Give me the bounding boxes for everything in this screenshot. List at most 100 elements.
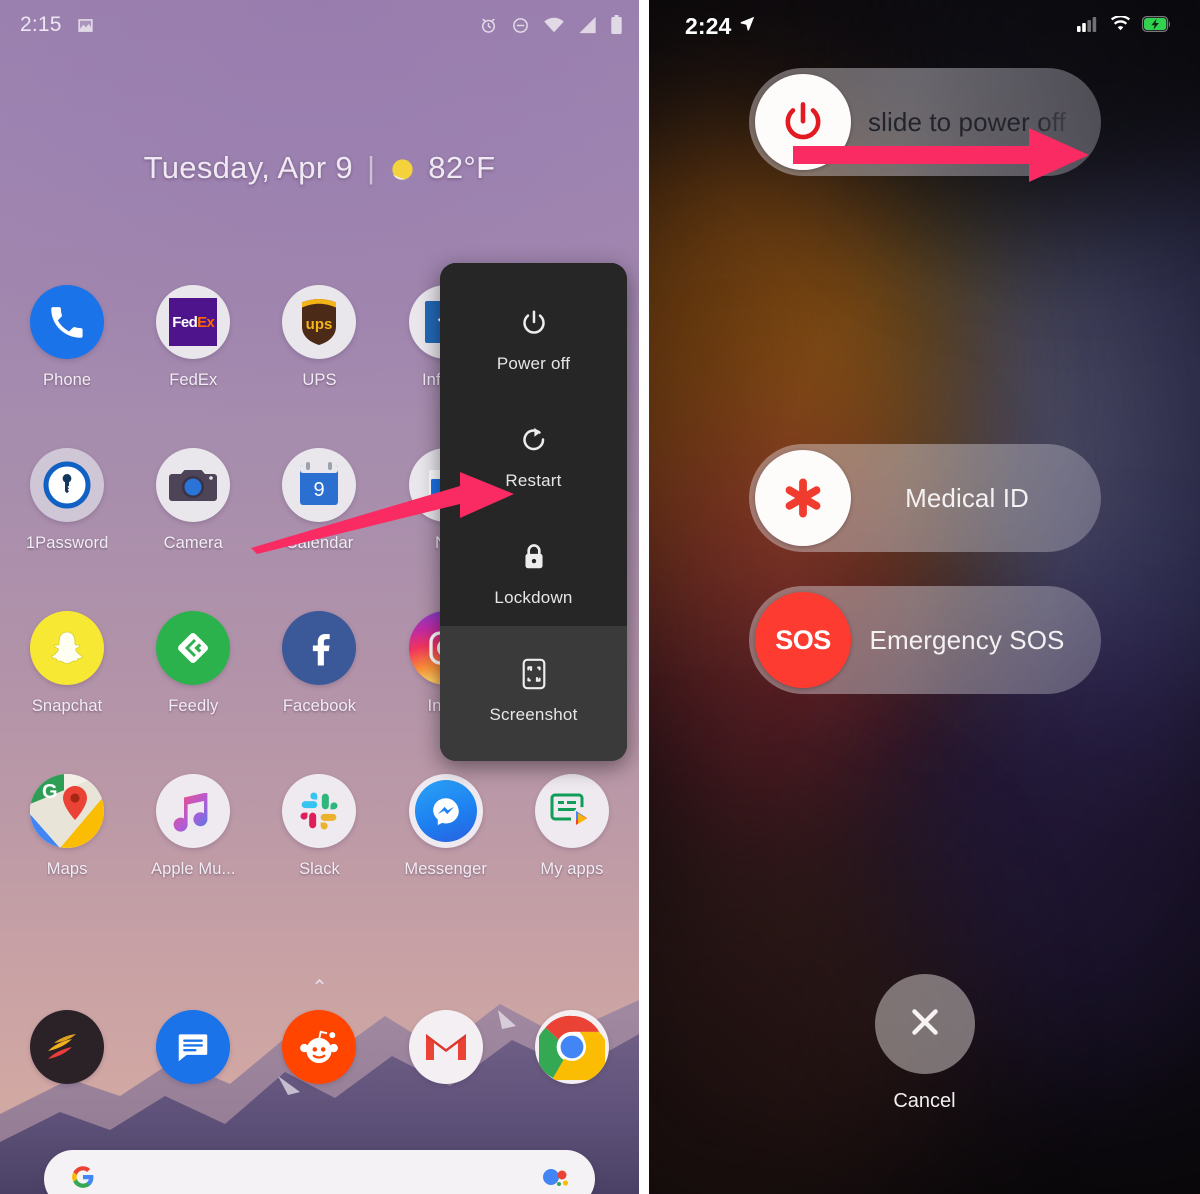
slide-to-power-off-slider[interactable]: slide to power off xyxy=(749,68,1101,176)
messenger-icon xyxy=(408,774,483,848)
power-menu-screenshot-section: Screenshot xyxy=(440,626,627,761)
power-icon xyxy=(518,307,549,338)
app-1password[interactable]: 1Password xyxy=(4,448,130,553)
cancel-control: Cancel xyxy=(649,974,1200,1113)
screenshot-icon xyxy=(518,658,549,689)
wifi-icon xyxy=(1110,14,1131,37)
date-weather-widget[interactable]: Tuesday, Apr 9 | 82°F xyxy=(0,150,639,186)
comparison-screenshot: 2:15 Tuesday, Apr 9 | 82°F Phone FedEx F… xyxy=(0,0,1200,1194)
apple-music-icon xyxy=(156,774,231,848)
app-calendar[interactable]: 9 Calendar xyxy=(256,448,382,553)
app-snapchat[interactable]: Snapchat xyxy=(4,611,130,716)
app-fedex[interactable]: FedEx FedEx xyxy=(130,285,256,390)
app-ups[interactable]: ups UPS xyxy=(256,285,382,390)
calendar-icon: 9 xyxy=(282,448,357,522)
reddit-icon xyxy=(282,1010,357,1084)
dock-item-chrome[interactable] xyxy=(509,1010,635,1084)
app-feedly[interactable]: Feedly xyxy=(130,611,256,716)
power-icon[interactable] xyxy=(755,74,851,170)
battery-icon xyxy=(610,15,623,35)
lock-icon xyxy=(518,541,549,572)
app-phone[interactable]: Phone xyxy=(4,285,130,390)
messages-icon xyxy=(156,1010,231,1084)
camera-icon xyxy=(156,448,231,522)
power-menu-label: Lockdown xyxy=(494,588,573,607)
app-label: Calendar xyxy=(285,534,354,552)
power-menu-label: Screenshot xyxy=(489,705,578,724)
cancel-button[interactable] xyxy=(874,974,975,1074)
battery-charging-icon xyxy=(1142,15,1172,37)
medical-id-label: Medical ID xyxy=(905,482,1029,513)
app-label: FedEx xyxy=(169,371,218,389)
android-status-bar: 2:15 xyxy=(0,0,639,50)
app-apple-music[interactable]: Apple Mu... xyxy=(130,774,256,879)
cell-signal-icon xyxy=(578,16,597,34)
app-my-apps[interactable]: My apps xyxy=(509,774,635,879)
wifi-icon xyxy=(543,16,565,34)
medical-id-icon[interactable] xyxy=(755,450,851,546)
location-arrow-icon xyxy=(739,15,756,37)
android-clock: 2:15 xyxy=(20,13,62,36)
restart-icon xyxy=(518,424,549,455)
google-search-bar[interactable] xyxy=(44,1150,595,1194)
svg-text:G: G xyxy=(42,781,58,803)
dock-item-gmail[interactable] xyxy=(383,1010,509,1084)
ios-clock: 2:24 xyxy=(685,12,732,39)
app-facebook[interactable]: Facebook xyxy=(256,611,382,716)
app-label: UPS xyxy=(302,371,337,389)
alarm-icon xyxy=(479,16,498,35)
app-label: Slack xyxy=(299,860,340,878)
ios-status-bar: 2:24 xyxy=(649,0,1200,52)
app-label: 1Password xyxy=(25,534,109,552)
medical-id-slider[interactable]: Medical ID xyxy=(749,444,1101,552)
google-assistant-icon[interactable] xyxy=(539,1164,569,1194)
facebook-icon xyxy=(282,611,357,685)
sun-icon xyxy=(389,155,416,182)
photo-icon xyxy=(76,16,95,35)
power-menu-item-power-off[interactable]: Power off xyxy=(440,307,627,374)
widget-temperature: 82°F xyxy=(428,150,496,185)
slack-icon xyxy=(282,774,357,848)
app-drawer-chevron-icon[interactable]: ⌃ xyxy=(0,975,639,1000)
power-menu-item-restart[interactable]: Restart xyxy=(440,424,627,491)
app-label: Facebook xyxy=(282,697,357,715)
ios-status-right xyxy=(1077,14,1172,37)
app-camera[interactable]: Camera xyxy=(130,448,256,553)
gmail-icon xyxy=(408,1010,483,1084)
app-messenger[interactable]: Messenger xyxy=(383,774,509,879)
android-dock xyxy=(0,1010,639,1084)
emergency-sos-slider[interactable]: SOS Emergency SOS xyxy=(749,586,1101,694)
svg-text:ups: ups xyxy=(306,316,333,333)
phone-icon xyxy=(30,285,105,359)
my-apps-icon xyxy=(534,774,609,848)
google-g-icon xyxy=(70,1164,96,1194)
app-label: Feedly xyxy=(168,697,219,715)
power-menu-label: Power off xyxy=(496,354,571,373)
app-maps[interactable]: G Maps xyxy=(4,774,130,879)
onepassword-icon xyxy=(30,448,105,522)
dock-item-messages[interactable] xyxy=(130,1010,256,1084)
dock-item-reddit[interactable] xyxy=(256,1010,382,1084)
android-status-right xyxy=(479,15,623,35)
app-slack[interactable]: Slack xyxy=(256,774,382,879)
panel-divider xyxy=(639,0,649,1194)
app-label: Snapchat xyxy=(31,697,103,715)
sos-icon[interactable]: SOS xyxy=(755,592,851,688)
app-label: Camera xyxy=(163,534,223,552)
power-menu-item-screenshot[interactable]: Screenshot xyxy=(440,658,627,725)
dock-item-authy[interactable] xyxy=(4,1010,130,1084)
power-menu-main-section: Power off Restart Lockdown xyxy=(440,263,627,626)
close-icon xyxy=(902,999,948,1050)
android-phone-screen: 2:15 Tuesday, Apr 9 | 82°F Phone FedEx F… xyxy=(0,0,639,1194)
ios-phone-screen: 2:24 slide to power off Medical ID SOS E… xyxy=(649,0,1200,1194)
android-status-left: 2:15 xyxy=(20,13,95,37)
emergency-sos-label: Emergency SOS xyxy=(869,624,1065,655)
power-menu-item-lockdown[interactable]: Lockdown xyxy=(440,541,627,608)
svg-text:9: 9 xyxy=(314,479,325,501)
snapchat-icon xyxy=(30,611,105,685)
cell-signal-icon xyxy=(1077,16,1099,37)
android-power-menu: Power off Restart Lockdown Screenshot xyxy=(440,263,627,761)
app-label: Phone xyxy=(42,371,92,389)
google-maps-icon: G xyxy=(30,774,105,848)
authy-icon xyxy=(30,1010,105,1084)
